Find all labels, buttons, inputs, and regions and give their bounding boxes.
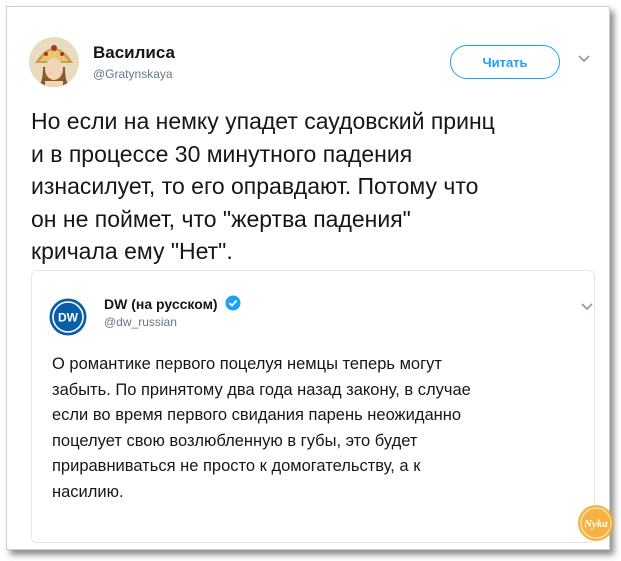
quoted-tweet[interactable]: DW DW (на русском) @dw_russian О романти… xyxy=(31,270,614,543)
quoted-author-name[interactable]: DW (на русском) xyxy=(104,296,218,312)
tweet-card: Василиса @Gratynskaya Читать Но если на … xyxy=(6,6,614,550)
dw-logo-icon[interactable]: DW xyxy=(48,297,88,337)
author-avatar[interactable] xyxy=(29,37,79,87)
nyka-watermark-logo: Nyka xyxy=(578,505,614,541)
author-name[interactable]: Василиса xyxy=(93,43,175,63)
chevron-down-icon[interactable] xyxy=(580,301,594,313)
dw-logo-text: DW xyxy=(58,311,79,325)
chevron-down-icon[interactable] xyxy=(577,53,591,65)
quoted-author-handle[interactable]: @dw_russian xyxy=(104,315,177,329)
avatar-woman-kokoshnik-icon xyxy=(29,37,79,87)
quoted-tweet-text: О романтике первого поцелуя немцы теперь… xyxy=(52,355,471,501)
author-handle[interactable]: @Gratynskaya xyxy=(93,67,173,81)
verified-badge-icon xyxy=(225,295,241,311)
tweet-text: Но если на немку упадет саудовский принц… xyxy=(31,108,495,264)
follow-button[interactable]: Читать xyxy=(450,45,560,79)
watermark-text: Nyka xyxy=(583,518,608,530)
